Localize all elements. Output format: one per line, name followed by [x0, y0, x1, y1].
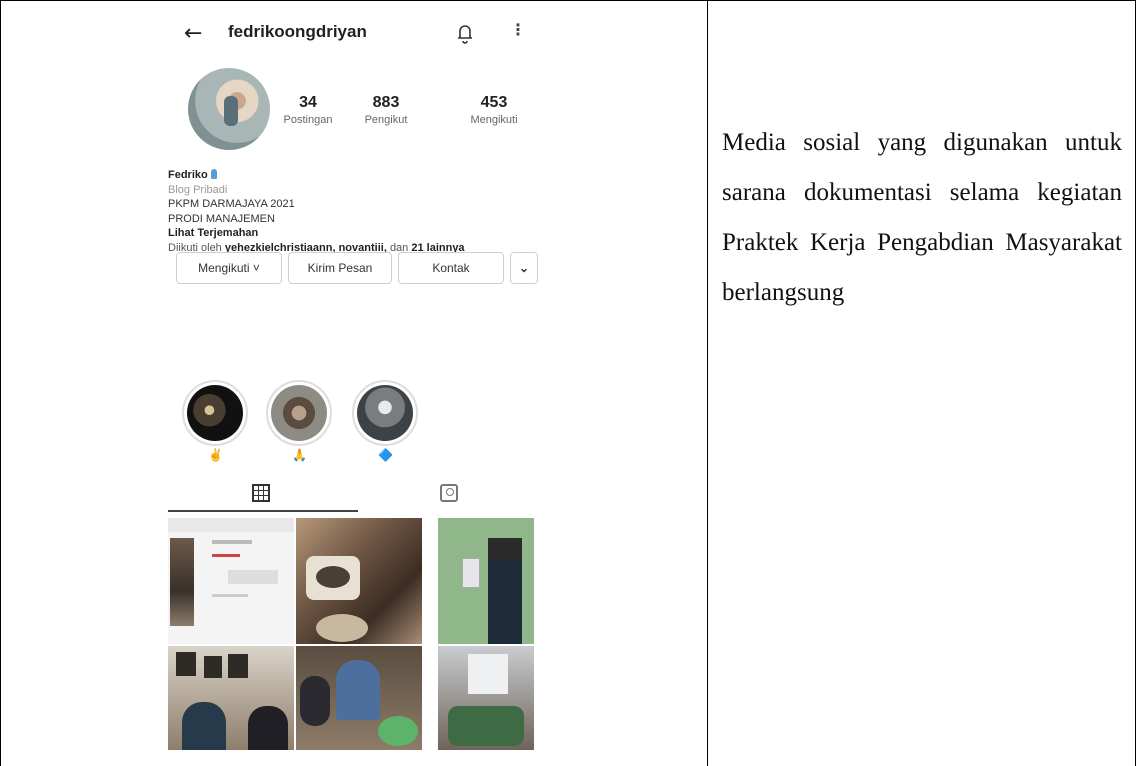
contact-button[interactable]: Kontak [398, 252, 504, 284]
story-highlight-1[interactable] [182, 380, 248, 446]
grid-photo-4[interactable] [168, 646, 294, 750]
highlight-3-thumbnail [357, 385, 413, 441]
profile-tabs [168, 482, 548, 518]
highlight-1-thumbnail [187, 385, 243, 441]
table-column-divider [707, 0, 708, 766]
pin-emoji-icon [210, 169, 217, 179]
instagram-profile-screenshot: ← fedrikoongdriyan ⋮ 34 Postingan 883 Pe… [168, 8, 548, 750]
highlight-2-label: 🙏 [292, 448, 307, 462]
grid-photo-6[interactable] [438, 646, 534, 750]
grid-icon[interactable] [252, 484, 270, 502]
bio-name: Fedriko [168, 169, 208, 181]
grid-photo-3[interactable] [438, 518, 534, 644]
bio-line-2: PRODI MANAJEMEN [168, 212, 275, 225]
highlight-2-thumbnail [271, 385, 327, 441]
profile-action-buttons: Mengikuti ˅ Kirim Pesan Kontak ⌄ [176, 252, 538, 284]
document-table: Media sosial yang digunakan untuk sarana… [0, 0, 1136, 766]
back-arrow-icon[interactable]: ← [184, 21, 202, 46]
grid-photo-5[interactable] [296, 646, 422, 750]
tagged-photos-icon[interactable] [440, 484, 458, 502]
stat-posts-label: Postingan [283, 114, 333, 126]
profile-avatar[interactable] [188, 68, 270, 150]
table-border-top [0, 0, 1136, 1]
stat-posts[interactable]: 34 Postingan [268, 94, 348, 126]
bio-line-1: PKPM DARMAJAYA 2021 [168, 198, 295, 210]
caption-text: Media sosial yang digunakan untuk sarana… [722, 129, 1122, 306]
more-options-icon[interactable]: ⋮ [510, 20, 526, 39]
profile-bio: Fedriko Blog Pribadi PKPM DARMAJAYA 2021… [168, 168, 538, 255]
following-button[interactable]: Mengikuti ˅ [176, 252, 282, 284]
profile-username: fedrikoongdriyan [228, 22, 367, 41]
grid-photo-1[interactable] [168, 518, 294, 644]
stat-followers-label: Pengikut [364, 114, 408, 126]
grid-photo-2[interactable] [296, 518, 422, 644]
stat-following-label: Mengikuti [470, 114, 518, 126]
story-highlight-2[interactable] [266, 380, 332, 446]
stat-followers[interactable]: 883 Pengikut [346, 94, 426, 126]
stat-followers-count: 883 [372, 94, 400, 111]
table-border-left [0, 0, 1, 766]
profile-top-bar: ← fedrikoongdriyan ⋮ [168, 8, 548, 58]
highlight-3-label: 🔷 [378, 448, 393, 462]
stat-posts-count: 34 [299, 94, 317, 111]
bio-category: Blog Pribadi [168, 183, 228, 196]
see-translation-link[interactable]: Lihat Terjemahan [168, 226, 538, 241]
suggested-dropdown-button[interactable]: ⌄ [510, 252, 538, 284]
story-highlight-3[interactable] [352, 380, 418, 446]
active-tab-indicator [168, 510, 358, 512]
highlight-1-label: ✌ [208, 448, 223, 462]
send-message-button[interactable]: Kirim Pesan [288, 252, 392, 284]
bell-icon[interactable] [456, 22, 474, 44]
stat-following[interactable]: 453 Mengikuti [454, 94, 534, 126]
stat-following-count: 453 [480, 94, 508, 111]
